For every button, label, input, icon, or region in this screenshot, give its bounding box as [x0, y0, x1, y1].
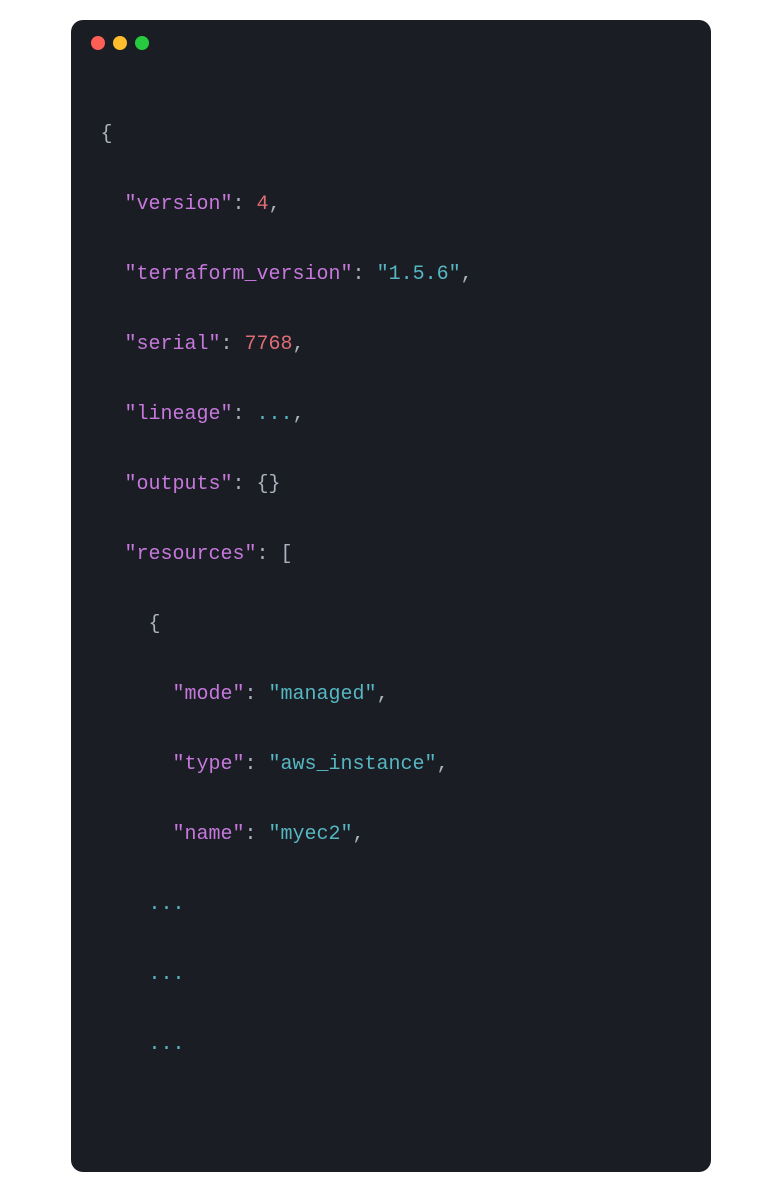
- comma: ,: [437, 753, 449, 776]
- key-resources: "resources": [125, 543, 257, 566]
- colon: :: [233, 193, 257, 216]
- ellipsis-line: ...: [149, 893, 185, 916]
- key-terraform-version: "terraform_version": [125, 263, 353, 286]
- value-lineage: ...: [257, 403, 293, 426]
- comma: ,: [353, 823, 365, 846]
- brace-open: {: [101, 123, 113, 146]
- colon: :: [233, 473, 257, 496]
- maximize-icon[interactable]: [135, 36, 149, 50]
- ellipsis-line: ...: [149, 963, 185, 986]
- key-outputs: "outputs": [125, 473, 233, 496]
- window-titlebar: [71, 20, 711, 62]
- key-serial: "serial": [125, 333, 221, 356]
- key-version: "version": [125, 193, 233, 216]
- value-version: 4: [257, 193, 269, 216]
- code-block: { "version": 4, "terraform_version": "1.…: [71, 62, 711, 1142]
- code-window: { "version": 4, "terraform_version": "1.…: [71, 20, 711, 1172]
- close-icon[interactable]: [91, 36, 105, 50]
- key-type: "type": [173, 753, 245, 776]
- colon: :: [221, 333, 245, 356]
- value-mode: "managed": [269, 683, 377, 706]
- colon: :: [245, 753, 269, 776]
- value-outputs: {}: [257, 473, 281, 496]
- value-type: "aws_instance": [269, 753, 437, 776]
- brace-open-inner: {: [149, 613, 161, 636]
- value-terraform-version: "1.5.6": [377, 263, 461, 286]
- comma: ,: [377, 683, 389, 706]
- comma: ,: [293, 403, 305, 426]
- colon: :: [245, 823, 269, 846]
- comma: ,: [293, 333, 305, 356]
- comma: ,: [269, 193, 281, 216]
- comma: ,: [461, 263, 473, 286]
- value-serial: 7768: [245, 333, 293, 356]
- bracket-open: [: [281, 543, 293, 566]
- colon: :: [257, 543, 281, 566]
- key-mode: "mode": [173, 683, 245, 706]
- colon: :: [233, 403, 257, 426]
- ellipsis-line: ...: [149, 1033, 185, 1056]
- value-name: "myec2": [269, 823, 353, 846]
- key-lineage: "lineage": [125, 403, 233, 426]
- minimize-icon[interactable]: [113, 36, 127, 50]
- colon: :: [245, 683, 269, 706]
- key-name: "name": [173, 823, 245, 846]
- colon: :: [353, 263, 377, 286]
